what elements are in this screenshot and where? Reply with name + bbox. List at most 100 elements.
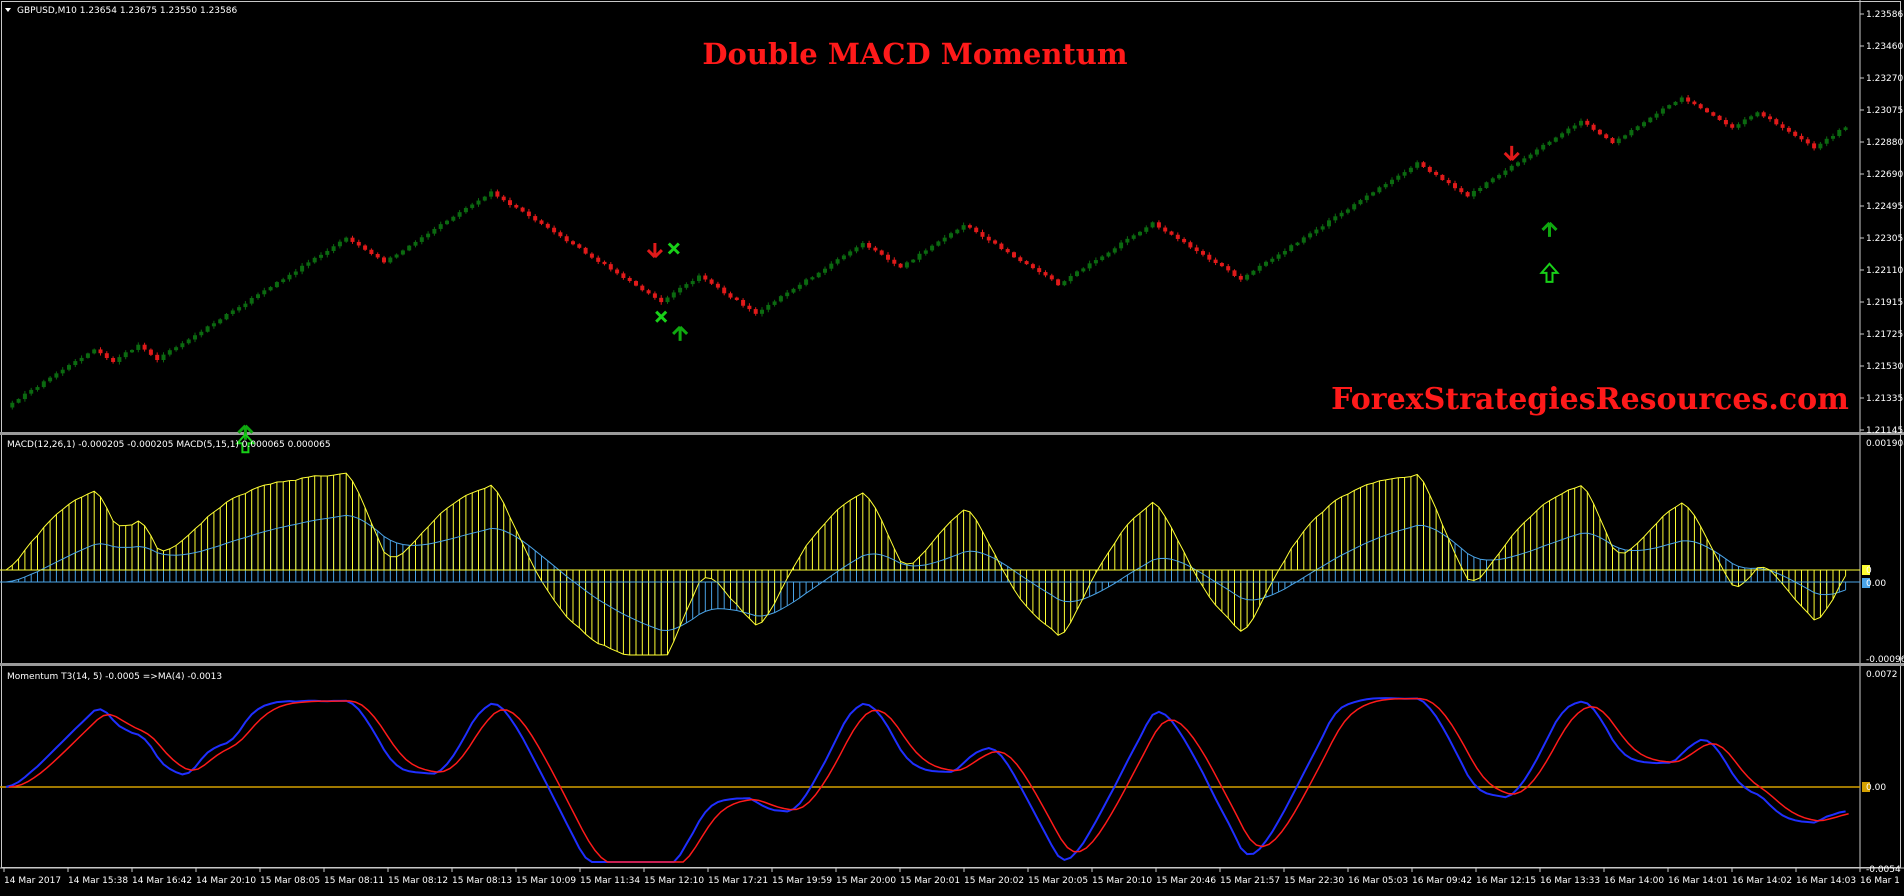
bear-candle	[1163, 227, 1168, 232]
bear-candle	[369, 249, 374, 255]
bear-candle	[1686, 97, 1691, 102]
bull-candle	[451, 216, 456, 221]
bull-candle	[1119, 242, 1124, 249]
bear-candle	[1434, 171, 1439, 175]
price-axis-label: 1.23270	[1866, 74, 1903, 84]
bull-candle	[445, 220, 449, 225]
bull-candle	[457, 212, 462, 217]
bear-candle	[596, 257, 601, 262]
bull-candle	[1736, 124, 1741, 128]
bull-candle	[1100, 256, 1105, 261]
bull-candle	[123, 352, 128, 358]
bear-candle	[741, 299, 746, 306]
bear-candle	[155, 354, 160, 361]
bull-candle	[35, 387, 40, 390]
bear-candle	[993, 240, 998, 244]
trading-chart[interactable]: GBPUSD,M10 1.23654 1.23675 1.23550 1.235…	[0, 0, 1904, 896]
bear-candle	[1446, 180, 1451, 184]
bear-candle	[873, 247, 878, 251]
bear-candle	[1465, 192, 1470, 197]
bull-candle	[911, 259, 916, 263]
bear-candle	[104, 353, 109, 358]
bull-candle	[760, 309, 764, 314]
bear-candle	[753, 309, 758, 314]
bull-candle	[1138, 231, 1142, 236]
bear-candle	[1238, 275, 1243, 280]
bear-candle	[627, 277, 632, 282]
bull-candle	[1642, 122, 1646, 127]
bull-candle	[1062, 281, 1067, 286]
bull-candle	[476, 200, 481, 205]
bull-candle	[1553, 137, 1558, 142]
time-axis-label: 16 Mar 1	[1860, 876, 1900, 886]
bull-candle	[854, 247, 859, 252]
bull-candle	[797, 284, 802, 289]
price-axis-label: 1.23586	[1866, 10, 1903, 20]
time-axis-label: 15 Mar 08:12	[388, 876, 448, 886]
bull-candle	[1314, 229, 1319, 234]
bull-candle	[130, 349, 134, 353]
bull-candle	[438, 224, 443, 229]
bull-candle	[470, 204, 475, 208]
bull-candle	[684, 284, 689, 288]
bear-candle	[1799, 135, 1804, 140]
bull-candle	[1106, 252, 1111, 257]
bear-candle	[1175, 234, 1180, 239]
bull-candle	[1087, 263, 1092, 269]
price-axis-label: 1.21145	[1866, 426, 1903, 436]
bear-candle	[986, 236, 991, 241]
bull-candle	[1824, 138, 1829, 144]
bull-candle	[193, 335, 197, 340]
bull-candle	[930, 245, 935, 251]
bull-candle	[394, 254, 399, 258]
bear-candle	[640, 285, 645, 291]
bull-candle	[1144, 227, 1149, 232]
bear-candle	[728, 293, 733, 298]
time-axis-label: 15 Mar 11:34	[580, 876, 640, 886]
bull-candle	[1579, 120, 1583, 126]
panel-splitter-2[interactable]	[0, 663, 1904, 666]
bull-candle	[1623, 135, 1628, 139]
bull-candle	[73, 361, 78, 366]
bull-candle	[1093, 260, 1098, 264]
bull-candle	[697, 275, 701, 282]
bull-candle	[860, 243, 865, 248]
bull-candle	[665, 297, 670, 303]
bull-candle	[1068, 276, 1073, 282]
bear-candle	[1440, 174, 1445, 181]
bull-candle	[463, 207, 468, 213]
bear-candle	[1705, 108, 1709, 113]
bear-candle	[1213, 259, 1218, 263]
bear-candle	[350, 237, 355, 242]
bull-candle	[1339, 212, 1344, 217]
bull-candle	[419, 237, 424, 242]
bull-candle	[426, 233, 431, 238]
time-axis-label: 16 Mar 09:42	[1412, 876, 1472, 886]
bull-candle	[29, 389, 34, 394]
bear-candle	[1768, 116, 1772, 120]
bull-candle	[400, 250, 405, 255]
bull-candle	[1572, 125, 1577, 129]
bull-candle	[1843, 127, 1848, 130]
bull-candle	[1566, 128, 1571, 134]
bull-candle	[955, 229, 960, 234]
time-axis-label: 16 Mar 12:15	[1476, 876, 1536, 886]
momentum-axis-label: -0.0054	[1866, 865, 1901, 875]
bull-candle	[1528, 154, 1533, 159]
bull-candle	[949, 233, 953, 238]
time-axis-label: 16 Mar 14:01	[1668, 876, 1728, 886]
bull-candle	[1245, 274, 1250, 280]
bull-candle	[489, 191, 494, 197]
bull-candle	[1402, 172, 1407, 176]
bear-candle	[980, 232, 985, 237]
watermark: ForexStrategiesResources.com	[1331, 382, 1849, 417]
bull-candle	[325, 250, 330, 255]
panel-splitter-1[interactable]	[0, 432, 1904, 435]
price-axis-label: 1.21335	[1866, 394, 1903, 404]
bull-candle	[16, 399, 21, 403]
bull-candle	[1345, 209, 1350, 213]
time-axis-label: 15 Mar 20:01	[900, 876, 960, 886]
bear-candle	[552, 227, 557, 233]
time-axis-label: 15 Mar 22:30	[1284, 876, 1344, 886]
bull-candle	[1831, 136, 1835, 139]
